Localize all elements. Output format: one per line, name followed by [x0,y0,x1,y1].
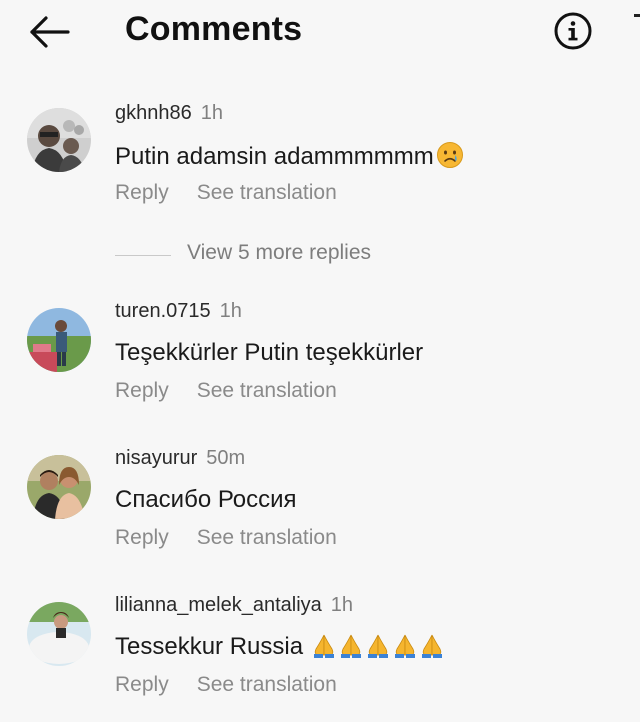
overflow-indicator [634,14,640,17]
username[interactable]: turen.0715 [115,300,211,322]
timestamp: 50m [206,447,246,469]
reply-button[interactable]: Reply [115,379,169,402]
username[interactable]: gkhnh86 [115,102,192,124]
folded-hands-icon [312,633,336,666]
timestamp: 1h [219,300,242,322]
reply-button[interactable]: Reply [115,181,169,204]
comment-text: Putin adamsin adammmmmm [115,143,434,170]
comment-meta: lilianna_melek_antaliya 1h [115,594,353,617]
comment-actions: Reply See translation [115,181,337,205]
comment-text-row: Putin adamsin adammmmmm [115,141,464,176]
divider [115,255,171,256]
see-translation-button[interactable]: See translation [197,181,337,204]
comment-text: Спасибо Россия [115,486,297,513]
crying-face-icon [436,141,464,176]
timestamp: 1h [330,594,354,616]
info-icon[interactable] [553,11,593,51]
avatar[interactable] [27,455,91,519]
comment-actions: Reply See translation [115,673,337,697]
avatar[interactable] [27,108,91,172]
comment-meta: nisayurur 50m [115,447,245,470]
comment-text: Tessekkur Russia [115,633,304,660]
folded-hands-icon [339,633,363,666]
comment-meta: gkhnh86 1h [115,102,223,125]
folded-hands-icon [420,633,444,666]
avatar[interactable] [27,602,91,666]
header-bar: Comments [0,0,640,70]
username[interactable]: lilianna_melek_antaliya [115,594,322,616]
emoji-row [309,633,444,660]
back-arrow-icon[interactable] [28,14,72,50]
reply-button[interactable]: Reply [115,673,169,696]
avatar[interactable] [27,308,91,372]
comment-actions: Reply See translation [115,379,337,403]
comment-text-row: Tessekkur Russia [115,633,444,666]
comment-text: Teşekkürler Putin teşekkürler [115,339,424,366]
comment-actions: Reply See translation [115,526,337,550]
see-translation-button[interactable]: See translation [197,379,337,402]
see-translation-button[interactable]: See translation [197,673,337,696]
username[interactable]: nisayurur [115,447,197,469]
timestamp: 1h [200,102,223,124]
folded-hands-icon [393,633,417,666]
view-more-replies-label: View 5 more replies [187,241,372,264]
see-translation-button[interactable]: See translation [197,526,337,549]
folded-hands-icon [366,633,390,666]
comment-meta: turen.0715 1h [115,300,242,323]
page-title: Comments [125,10,303,48]
reply-button[interactable]: Reply [115,526,169,549]
